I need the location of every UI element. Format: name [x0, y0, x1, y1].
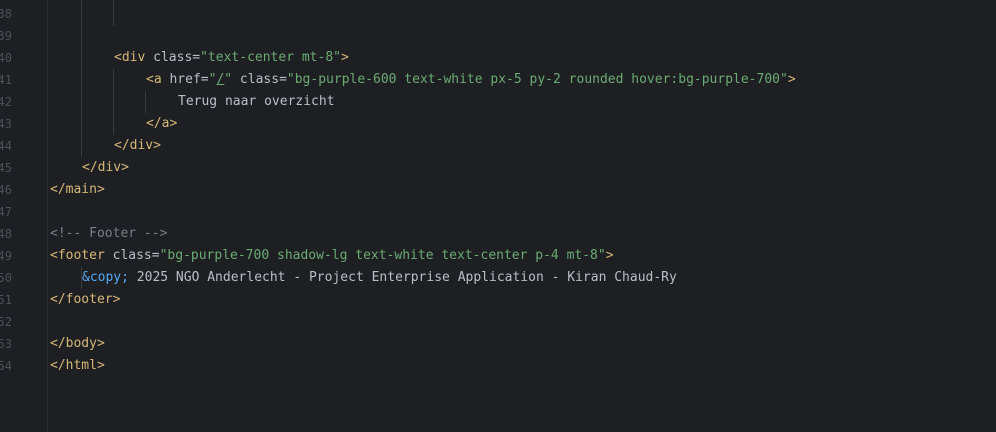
indent-guide	[81, 0, 82, 157]
line-number: 45	[0, 161, 12, 175]
tag-close: >	[341, 50, 349, 65]
footer-text: 2025 NGO Anderlecht - Project Enterprise…	[128, 270, 677, 285]
line-number: 48	[0, 227, 12, 241]
line-number: 47	[0, 205, 12, 219]
line-number: 39	[0, 29, 12, 43]
attribute-name: class=	[232, 72, 287, 87]
tag-close: >	[605, 248, 614, 263]
line-number: 44	[0, 139, 12, 153]
line-number: 51	[0, 293, 12, 307]
indent-guide	[113, 69, 114, 135]
line-number: 52	[0, 315, 12, 329]
code-line-tag: </main>	[50, 182, 105, 197]
code-editor[interactable]: 38 39 40 41 42 43 44 45 46 47 48 49 50 5…	[0, 0, 996, 432]
attribute-value: "text-center mt-8"	[200, 50, 341, 65]
line-number: 42	[0, 95, 12, 109]
line-number: 54	[0, 359, 12, 373]
code-line-tag: </footer>	[50, 292, 121, 307]
code-line: <footer class="bg-purple-700 shadow-lg t…	[50, 245, 614, 267]
attribute-value: "bg-purple-600 text-white px-5 py-2 roun…	[286, 72, 788, 87]
line-number: 43	[0, 117, 12, 131]
code-line: &copy; 2025 NGO Anderlecht - Project Ent…	[82, 267, 677, 289]
indent-guide	[145, 91, 146, 113]
code-line-tag: </div>	[82, 160, 129, 175]
line-number: 49	[0, 249, 12, 263]
code-line-tag: </html>	[50, 358, 105, 373]
attribute-name: href=	[161, 72, 209, 87]
line-number-gutter: 38 39 40 41 42 43 44 45 46 47 48 49 50 5…	[0, 0, 48, 432]
tag-open: <div	[114, 50, 146, 65]
attribute-value-quote: "	[224, 72, 233, 87]
line-number: 41	[0, 73, 12, 87]
code-line: <div class="text-center mt-8">	[114, 47, 349, 69]
tag-open: <footer	[50, 248, 105, 263]
code-line-tag: </body>	[50, 336, 105, 351]
tag-close: >	[787, 72, 796, 87]
code-comment: <!-- Footer -->	[50, 226, 168, 241]
code-line-tag: </a>	[146, 116, 178, 131]
indent-guide	[113, 0, 114, 26]
line-number: 38	[0, 7, 12, 21]
html-entity: &copy;	[82, 270, 129, 285]
code-line-tag: </div>	[114, 138, 161, 153]
line-number: 53	[0, 337, 12, 351]
line-number: 50	[0, 271, 12, 285]
attribute-value: "bg-purple-700 shadow-lg text-white text…	[159, 248, 606, 263]
tag-open: <a	[146, 72, 162, 87]
code-line: <a href="/" class="bg-purple-600 text-wh…	[146, 69, 796, 91]
code-line-text: Terug naar overzicht	[178, 94, 335, 109]
line-number: 46	[0, 183, 12, 197]
attribute-name: class=	[145, 50, 201, 65]
attribute-name: class=	[104, 248, 160, 263]
line-number: 40	[0, 51, 12, 65]
